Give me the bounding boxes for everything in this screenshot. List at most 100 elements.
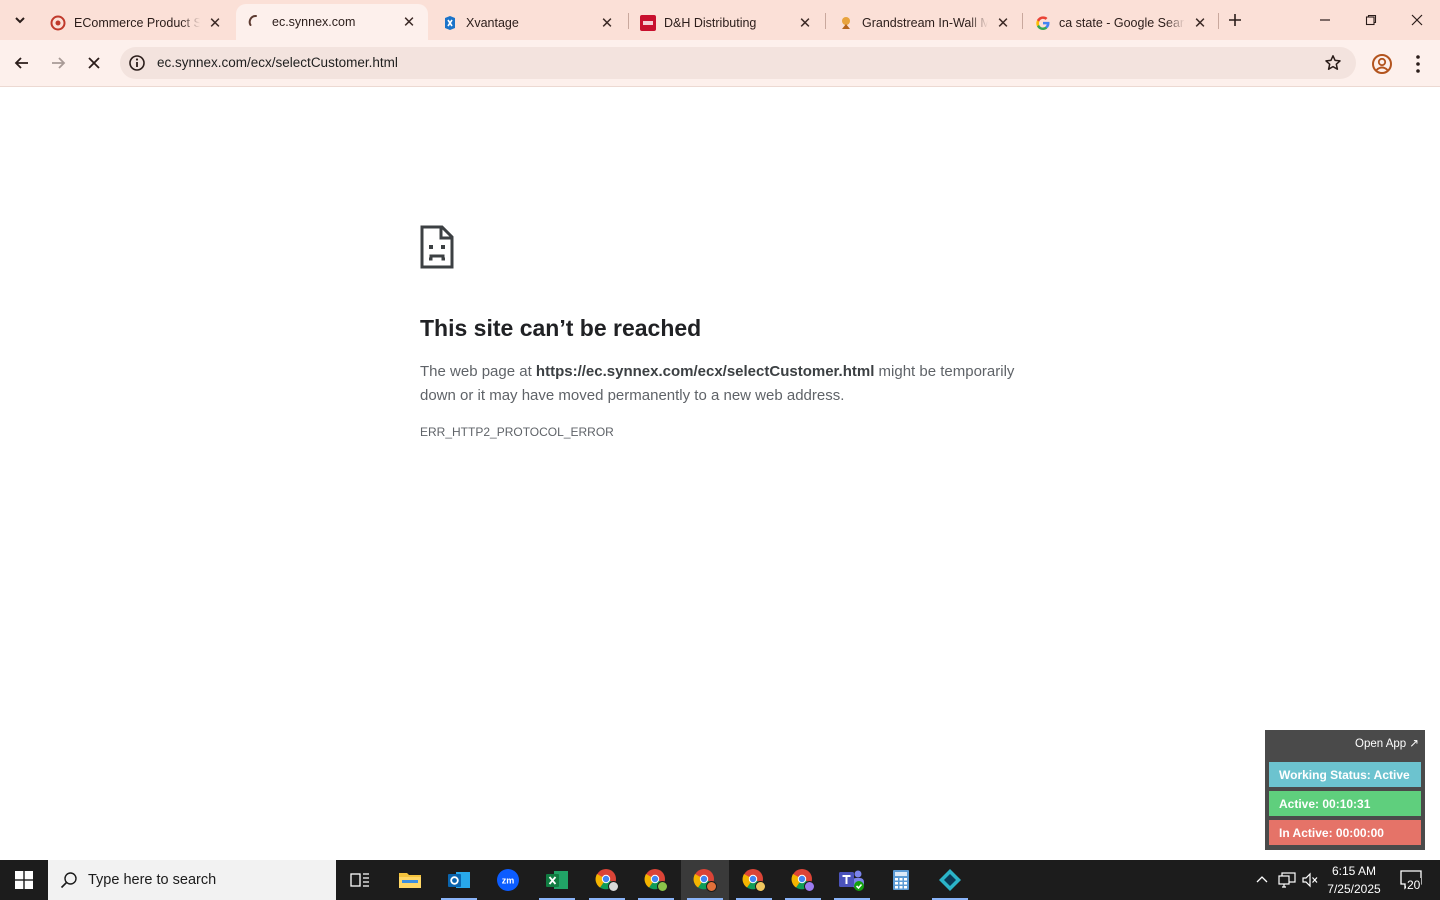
- tab-title: ECommerce Product Se: [74, 16, 200, 30]
- address-bar[interactable]: ec.synnex.com/ecx/selectCustomer.html: [120, 47, 1356, 79]
- task-view-button[interactable]: [336, 860, 384, 900]
- taskbar-search-box[interactable]: Type here to search: [48, 860, 336, 900]
- tab-google-search[interactable]: ca state - Google Searc ✕: [1023, 6, 1219, 40]
- info-icon[interactable]: [128, 54, 146, 72]
- arrow-right-icon: [52, 57, 66, 69]
- notification-center-button[interactable]: 20: [1396, 860, 1430, 900]
- tab-search-button[interactable]: [6, 8, 34, 32]
- taskbar-chrome-profile-2[interactable]: [632, 860, 680, 900]
- xvantage-favicon-icon: [442, 15, 458, 31]
- plus-icon: [1229, 14, 1241, 26]
- restore-icon: [1365, 14, 1377, 26]
- error-code: ERR_HTTP2_PROTOCOL_ERROR: [420, 425, 614, 439]
- close-window-button[interactable]: [1394, 0, 1440, 40]
- chrome-icon: [742, 869, 766, 892]
- tab-ecommerce[interactable]: ECommerce Product Se ✕: [38, 6, 234, 40]
- outlook-icon: [448, 872, 470, 888]
- tab-title: D&H Distributing: [664, 16, 757, 30]
- open-app-link[interactable]: Open App ↗: [1355, 736, 1419, 750]
- close-icon: [1411, 14, 1423, 26]
- folder-icon: [399, 873, 421, 888]
- svg-text:zm: zm: [502, 876, 515, 886]
- new-tab-button[interactable]: [1223, 8, 1247, 32]
- close-icon[interactable]: ✕: [796, 14, 814, 32]
- taskbar-clock[interactable]: 6:15 AM 7/25/2025: [1322, 862, 1386, 898]
- back-button[interactable]: [7, 48, 37, 78]
- chrome-icon: [693, 869, 717, 892]
- chrome-icon: [791, 869, 815, 892]
- browser-toolbar: ec.synnex.com/ecx/selectCustomer.html: [0, 40, 1440, 87]
- stop-icon: [88, 57, 100, 69]
- taskbar-calculator[interactable]: [877, 860, 925, 900]
- volume-button[interactable]: [1300, 860, 1320, 900]
- taskbar-chrome-profile-5[interactable]: [779, 860, 827, 900]
- tab-title: Xvantage: [466, 16, 519, 30]
- tab-synnex[interactable]: ec.synnex.com ✕: [236, 4, 428, 40]
- taskbar-zoom[interactable]: zm: [484, 860, 532, 900]
- close-icon[interactable]: ✕: [206, 14, 224, 32]
- clock-date: 7/25/2025: [1327, 882, 1381, 896]
- calculator-icon: [893, 870, 909, 890]
- show-hidden-icons-button[interactable]: [1252, 860, 1272, 900]
- tab-title: Grandstream In-Wall M: [862, 16, 988, 30]
- tab-grandstream[interactable]: Grandstream In-Wall M ✕: [826, 6, 1022, 40]
- tab-dh-distributing[interactable]: D&H Distributing ✕: [628, 6, 824, 40]
- chrome-icon: [595, 869, 619, 892]
- arrow-left-icon: [14, 57, 28, 69]
- zoom-icon: zm: [497, 869, 519, 891]
- network-button[interactable]: [1276, 860, 1298, 900]
- taskbar-time-tracker-app[interactable]: [926, 860, 974, 900]
- error-title: This site can’t be reached: [420, 315, 702, 341]
- taskbar: Type here to search zm 6:15 AM 7/25/2025…: [0, 860, 1440, 900]
- taskbar-chrome-profile-1[interactable]: [583, 860, 631, 900]
- error-url: https://ec.synnex.com/ecx/selectCustomer…: [535, 363, 875, 380]
- windows-logo-icon: [15, 871, 33, 889]
- stop-loading-button[interactable]: [79, 48, 109, 78]
- close-icon[interactable]: ✕: [598, 14, 616, 32]
- taskbar-chrome-profile-3[interactable]: [681, 860, 729, 900]
- error-message-prefix: The web page at: [420, 363, 536, 380]
- profile-avatar-icon[interactable]: [1370, 52, 1394, 76]
- task-view-icon: [350, 873, 369, 887]
- taskbar-file-explorer[interactable]: [386, 860, 434, 900]
- taskbar-outlook[interactable]: [435, 860, 483, 900]
- time-tracker-widget: Open App ↗ Working Status: Active Active…: [1265, 730, 1425, 850]
- tab-strip: ECommerce Product Se ✕ ec.synnex.com ✕ X…: [0, 0, 1440, 40]
- excel-icon: [546, 871, 568, 889]
- chevron-down-icon: [15, 17, 25, 24]
- network-icon: [1278, 872, 1296, 888]
- search-placeholder: Type here to search: [88, 872, 217, 888]
- restore-button[interactable]: [1348, 0, 1394, 40]
- close-icon[interactable]: ✕: [994, 14, 1012, 32]
- inactive-time-row: In Active: 00:00:00: [1269, 820, 1421, 845]
- taskbar-excel[interactable]: [533, 860, 581, 900]
- screen: ECommerce Product Se ✕ ec.synnex.com ✕ X…: [0, 0, 1440, 900]
- bookmark-star-icon[interactable]: [1324, 54, 1342, 72]
- loading-spinner-icon: [248, 14, 264, 30]
- grandstream-favicon-icon: [838, 15, 854, 31]
- diamond-app-icon: [939, 869, 961, 891]
- working-status-row: Working Status: Active: [1269, 762, 1421, 787]
- minimize-icon: [1320, 19, 1330, 21]
- clock-time: 6:15 AM: [1331, 864, 1377, 878]
- chrome-icon: [644, 869, 668, 892]
- tab-divider: [1218, 13, 1219, 29]
- ecommerce-favicon-icon: [50, 15, 66, 31]
- speaker-muted-icon: [1302, 872, 1318, 888]
- start-button[interactable]: [0, 860, 48, 900]
- forward-button[interactable]: [43, 48, 73, 78]
- close-icon[interactable]: ✕: [1191, 14, 1209, 32]
- close-icon[interactable]: ✕: [400, 13, 418, 31]
- kebab-menu-icon[interactable]: [1408, 52, 1428, 76]
- taskbar-teams[interactable]: [828, 860, 876, 900]
- teams-icon: [839, 870, 864, 891]
- tab-title: ec.synnex.com: [272, 15, 356, 29]
- minimize-button[interactable]: [1302, 0, 1348, 40]
- sad-page-icon: [420, 225, 454, 269]
- tab-title: ca state - Google Searc: [1059, 16, 1185, 30]
- search-icon: [60, 872, 77, 889]
- tab-xvantage[interactable]: Xvantage ✕: [430, 6, 626, 40]
- google-favicon-icon: [1035, 15, 1051, 31]
- chevron-up-icon: [1256, 876, 1268, 883]
- taskbar-chrome-profile-4[interactable]: [730, 860, 778, 900]
